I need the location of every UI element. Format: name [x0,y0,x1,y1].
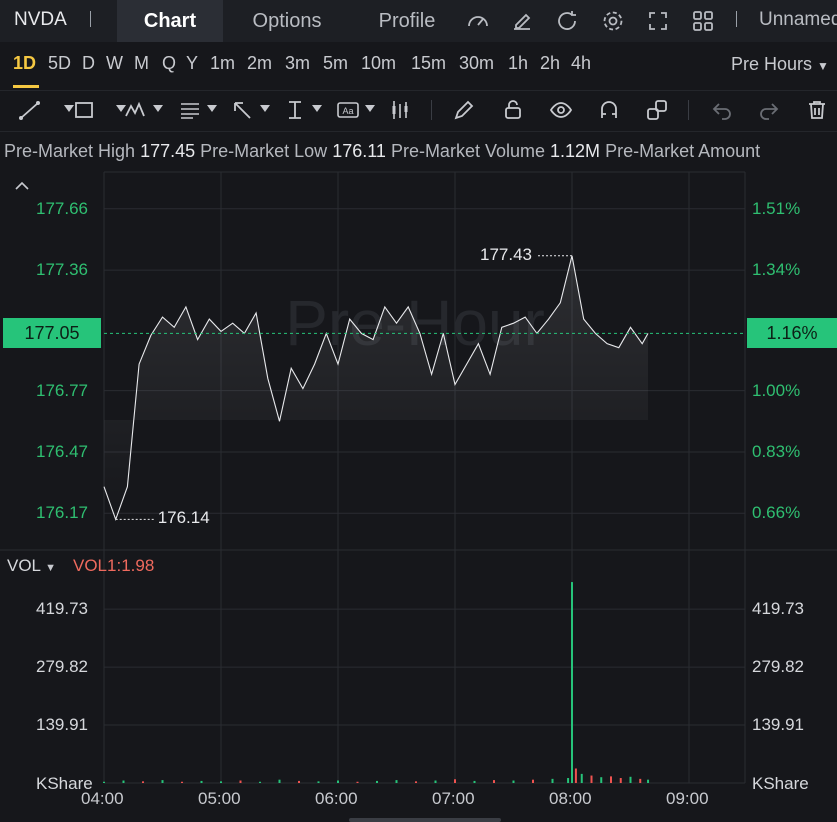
volume-bar [317,781,320,783]
volume-label[interactable]: VOL ▼ [7,556,56,576]
y-tick-left: 176.47 [36,441,88,461]
x-tick-label: 09:00 [666,789,709,808]
volume-label-text: VOL [7,556,41,575]
volume-bar [619,778,622,783]
volume-bar [629,776,632,783]
volume-bar [610,776,612,783]
volume-bar [337,780,339,783]
vol-tick-left: 279.82 [36,657,88,677]
volume-bar [647,779,650,783]
current-price-badge-left: 177.05 [3,318,101,349]
volume-indicator: VOL1:1.98 [73,556,155,575]
caret-down-icon: ▼ [45,562,57,574]
volume-bar [142,781,144,783]
volume-bar [200,780,203,783]
y-tick-left: 177.36 [36,260,88,280]
volume-bar [574,768,577,783]
volume-bar [571,582,573,783]
volume-bar [473,780,476,783]
volume-bar [181,781,183,783]
volume-bar [532,779,534,783]
volume-bar [239,780,242,783]
y-tick-right: 0.83% [752,441,801,461]
volume-unit-left: KShare [36,774,93,793]
volume-bar [600,777,603,783]
x-tick-label: 05:00 [198,789,241,808]
x-tick-label: 07:00 [432,789,475,808]
vol-tick-left: 139.91 [36,715,88,735]
volume-bar [454,779,456,783]
horizontal-scrollbar[interactable] [349,818,501,822]
y-tick-right: 0.66% [752,503,801,523]
volume-bar [161,780,164,783]
volume-bar [551,778,554,783]
high-annotation-label: 177.43 [480,244,532,264]
x-tick-label: 08:00 [549,789,592,808]
chart-canvas[interactable]: Pre-Hour [0,0,837,822]
volume-bar [376,780,378,783]
volume-bar [415,781,417,783]
y-tick-right: 1.51% [752,198,801,218]
volume-bar [220,781,222,783]
y-tick-left: 177.66 [36,198,88,218]
y-tick-left: 176.77 [36,380,88,400]
x-tick-label: 06:00 [315,789,358,808]
current-price-badge-right: 1.16% [747,318,837,349]
volume-unit-right: KShare [752,774,809,793]
vol-tick-right: 279.82 [752,657,804,677]
volume-bar [493,780,495,783]
volume-bar [298,780,300,783]
volume-bar [103,781,105,783]
volume-bar [356,781,359,783]
volume-bar [512,780,515,783]
y-tick-right: 1.00% [752,380,801,400]
low-annotation-label: 176.14 [157,508,210,528]
volume-bar [639,778,642,783]
y-tick-left: 176.17 [36,503,88,523]
volume-bar [580,773,583,783]
volume-bar [567,778,570,783]
volume-bar [434,780,437,783]
vol-tick-right: 419.73 [752,599,804,619]
y-tick-right: 1.34% [752,260,801,280]
volume-bar [259,781,261,783]
vol-tick-left: 419.73 [36,599,88,619]
volume-bar [122,780,125,783]
volume-bar [278,779,281,783]
volume-bar [590,775,593,783]
volume-bar [395,780,398,783]
vol-tick-right: 139.91 [752,715,804,735]
